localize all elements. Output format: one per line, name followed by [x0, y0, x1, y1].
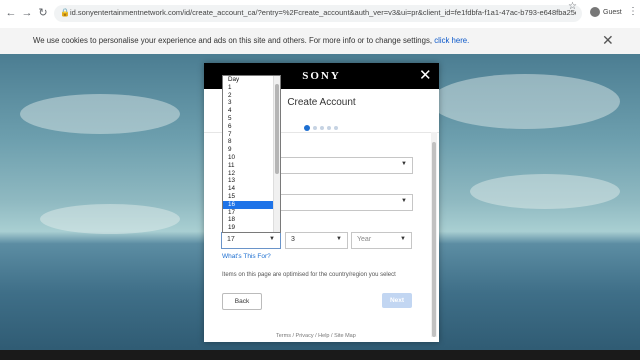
- day-dropdown-list[interactable]: Day 1 2 3 4 5 6 7 8 9 10 11 12 13 14 15 16 17 18 19: [222, 75, 281, 233]
- step-dot: [313, 125, 317, 130]
- profile-button[interactable]: Guest: [590, 7, 622, 17]
- bottom-bar: [0, 350, 640, 360]
- forward-arrow-icon[interactable]: →: [20, 6, 34, 20]
- day-option[interactable]: 13: [223, 177, 273, 185]
- address-bar[interactable]: 🔒 id.sonyentertainmentnetwork.com/id/cre…: [54, 5, 582, 22]
- reload-icon[interactable]: ↻: [36, 6, 50, 20]
- region-note: Items on this page are optimised for the…: [222, 272, 396, 278]
- year-placeholder: Year: [357, 236, 372, 243]
- close-cookie-icon[interactable]: ✕: [602, 32, 614, 49]
- browser-menu-icon[interactable]: ⋮: [628, 6, 638, 17]
- day-option[interactable]: 7: [223, 131, 273, 139]
- next-button[interactable]: Next: [382, 293, 412, 308]
- back-button[interactable]: Back: [222, 293, 262, 310]
- scrollbar-thumb[interactable]: [432, 142, 436, 337]
- chevron-down-icon: ▼: [336, 236, 342, 242]
- day-option[interactable]: 12: [223, 170, 273, 178]
- day-option[interactable]: 6: [223, 123, 273, 131]
- day-option[interactable]: Day: [223, 76, 273, 84]
- cookie-banner: We use cookies to personalise your exper…: [0, 28, 640, 55]
- chevron-down-icon: ▼: [400, 236, 406, 242]
- step-indicator: [304, 119, 341, 137]
- scrollbar-thumb[interactable]: [275, 84, 279, 174]
- step-dot: [320, 125, 324, 130]
- bookmark-star-icon[interactable]: ☆: [568, 1, 577, 12]
- browser-toolbar: ← → ↻ 🔒 id.sonyentertainmentnetwork.com/…: [0, 0, 640, 29]
- year-select[interactable]: Year ▼: [351, 232, 412, 249]
- day-option[interactable]: 14: [223, 185, 273, 193]
- day-select[interactable]: 17 ▼: [221, 232, 281, 249]
- day-option[interactable]: 1: [223, 84, 273, 92]
- step-dot: [327, 125, 331, 130]
- avatar: [590, 7, 600, 17]
- day-option[interactable]: 8: [223, 138, 273, 146]
- profile-name: Guest: [603, 8, 622, 16]
- cloud: [470, 174, 620, 209]
- day-option[interactable]: 5: [223, 115, 273, 123]
- cloud: [20, 94, 180, 134]
- back-arrow-icon[interactable]: ←: [4, 6, 18, 20]
- month-select[interactable]: 3 ▼: [285, 232, 348, 249]
- day-option[interactable]: 19: [223, 224, 273, 232]
- dropdown-scrollbar[interactable]: [273, 76, 280, 232]
- day-option[interactable]: 17: [223, 209, 273, 217]
- day-option[interactable]: 16: [223, 200, 273, 209]
- chevron-down-icon: ▼: [269, 236, 275, 242]
- day-option[interactable]: 9: [223, 146, 273, 154]
- chevron-down-icon: ▼: [401, 161, 407, 167]
- close-icon[interactable]: ✕: [419, 66, 432, 84]
- step-dot: [304, 124, 310, 131]
- cookie-message: We use cookies to personalise your exper…: [33, 36, 469, 45]
- dialog-scrollbar[interactable]: [431, 132, 437, 337]
- day-option[interactable]: 18: [223, 216, 273, 224]
- step-dot: [334, 125, 338, 130]
- day-value: 17: [227, 236, 235, 243]
- cookie-settings-link[interactable]: click here.: [434, 36, 469, 45]
- month-value: 3: [291, 236, 295, 243]
- cloud: [430, 74, 620, 129]
- cloud: [40, 204, 180, 234]
- day-option[interactable]: 15: [223, 193, 273, 201]
- day-option[interactable]: 4: [223, 107, 273, 115]
- url-text: id.sonyentertainmentnetwork.com/id/creat…: [70, 8, 576, 17]
- day-option[interactable]: 3: [223, 99, 273, 107]
- cookie-text: We use cookies to personalise your exper…: [33, 36, 433, 45]
- day-option[interactable]: 11: [223, 162, 273, 170]
- day-option[interactable]: 2: [223, 92, 273, 100]
- day-option[interactable]: 10: [223, 154, 273, 162]
- chevron-down-icon: ▼: [401, 198, 407, 204]
- lock-icon: 🔒: [60, 8, 70, 17]
- footer-links[interactable]: Terms / Privacy / Help / Site Map: [276, 333, 356, 339]
- whats-this-for-link[interactable]: What's This For?: [222, 253, 271, 260]
